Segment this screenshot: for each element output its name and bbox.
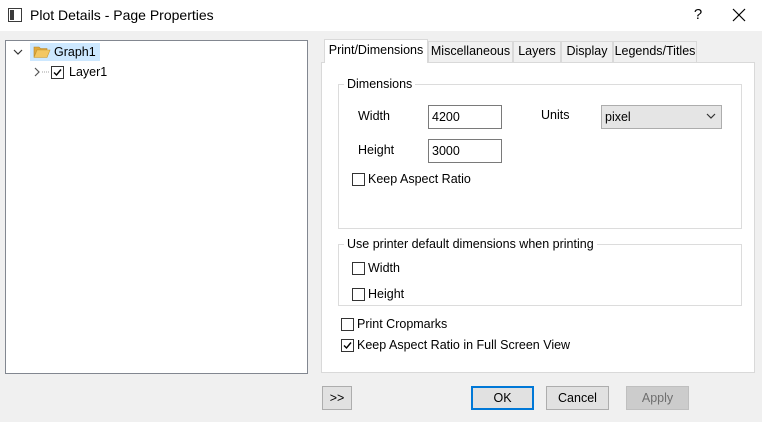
- tab-legends-titles[interactable]: Legends/Titles: [613, 41, 697, 62]
- printer-width-checkbox[interactable]: [352, 262, 365, 275]
- keep-aspect-fullscreen-checkbox[interactable]: [341, 339, 354, 352]
- height-input[interactable]: 3000: [428, 139, 502, 163]
- keep-aspect-fullscreen-label[interactable]: Keep Aspect Ratio in Full Screen View: [357, 338, 570, 352]
- help-button[interactable]: ?: [688, 5, 708, 25]
- chevron-down-icon[interactable]: [12, 46, 24, 58]
- app-icon: [8, 8, 22, 22]
- printer-dimensions-group: Use printer default dimensions when prin…: [338, 237, 742, 306]
- units-label: Units: [541, 108, 570, 122]
- close-button[interactable]: [728, 4, 750, 26]
- layer1-checkbox[interactable]: [51, 65, 64, 79]
- tab-print-dimensions[interactable]: Print/Dimensions: [324, 39, 428, 63]
- height-label: Height: [358, 143, 395, 157]
- printer-group-title: Use printer default dimensions when prin…: [344, 237, 597, 251]
- chevron-right-icon[interactable]: [32, 66, 42, 78]
- keep-aspect-ratio-label[interactable]: Keep Aspect Ratio: [368, 172, 471, 186]
- units-select[interactable]: pixel: [601, 105, 722, 129]
- keep-aspect-ratio-checkbox[interactable]: [352, 173, 365, 186]
- dimensions-group-title: Dimensions: [344, 77, 416, 91]
- printer-width-label[interactable]: Width: [368, 261, 400, 275]
- checkmark-icon: [53, 68, 62, 76]
- tab-display[interactable]: Display: [561, 41, 613, 62]
- print-cropmarks-label[interactable]: Print Cropmarks: [357, 317, 447, 331]
- window-title: Plot Details - Page Properties: [30, 7, 214, 23]
- folder-open-icon: [33, 46, 51, 58]
- chevron-down-icon: [706, 113, 716, 119]
- width-label: Width: [358, 109, 390, 123]
- apply-button[interactable]: Apply: [626, 386, 689, 410]
- tree-node-graph1[interactable]: Graph1: [12, 43, 100, 61]
- print-cropmarks-checkbox[interactable]: [341, 318, 354, 331]
- printer-height-label[interactable]: Height: [368, 287, 404, 301]
- cancel-button[interactable]: Cancel: [546, 386, 609, 410]
- units-select-value: pixel: [605, 110, 631, 124]
- expand-button[interactable]: >>: [322, 386, 352, 410]
- title-bar: Plot Details - Page Properties ?: [0, 0, 762, 31]
- ok-button[interactable]: OK: [471, 386, 534, 410]
- tree-label-graph1: Graph1: [54, 45, 96, 59]
- tab-layers[interactable]: Layers: [513, 41, 561, 62]
- tab-miscellaneous[interactable]: Miscellaneous: [428, 41, 513, 62]
- tree-label-layer1: Layer1: [69, 65, 108, 79]
- printer-height-checkbox[interactable]: [352, 288, 365, 301]
- tree-node-layer1[interactable]: Layer1: [32, 63, 107, 81]
- dimensions-group: Dimensions Width 4200 Units pixel Height…: [338, 77, 742, 229]
- tree-connector-line: [42, 71, 50, 73]
- tree-view[interactable]: Graph1 Layer1: [5, 40, 308, 374]
- tab-panel-print-dimensions: Dimensions Width 4200 Units pixel Height…: [321, 62, 755, 373]
- width-input[interactable]: 4200: [428, 105, 502, 129]
- checkmark-icon: [343, 342, 352, 350]
- close-icon: [732, 8, 746, 22]
